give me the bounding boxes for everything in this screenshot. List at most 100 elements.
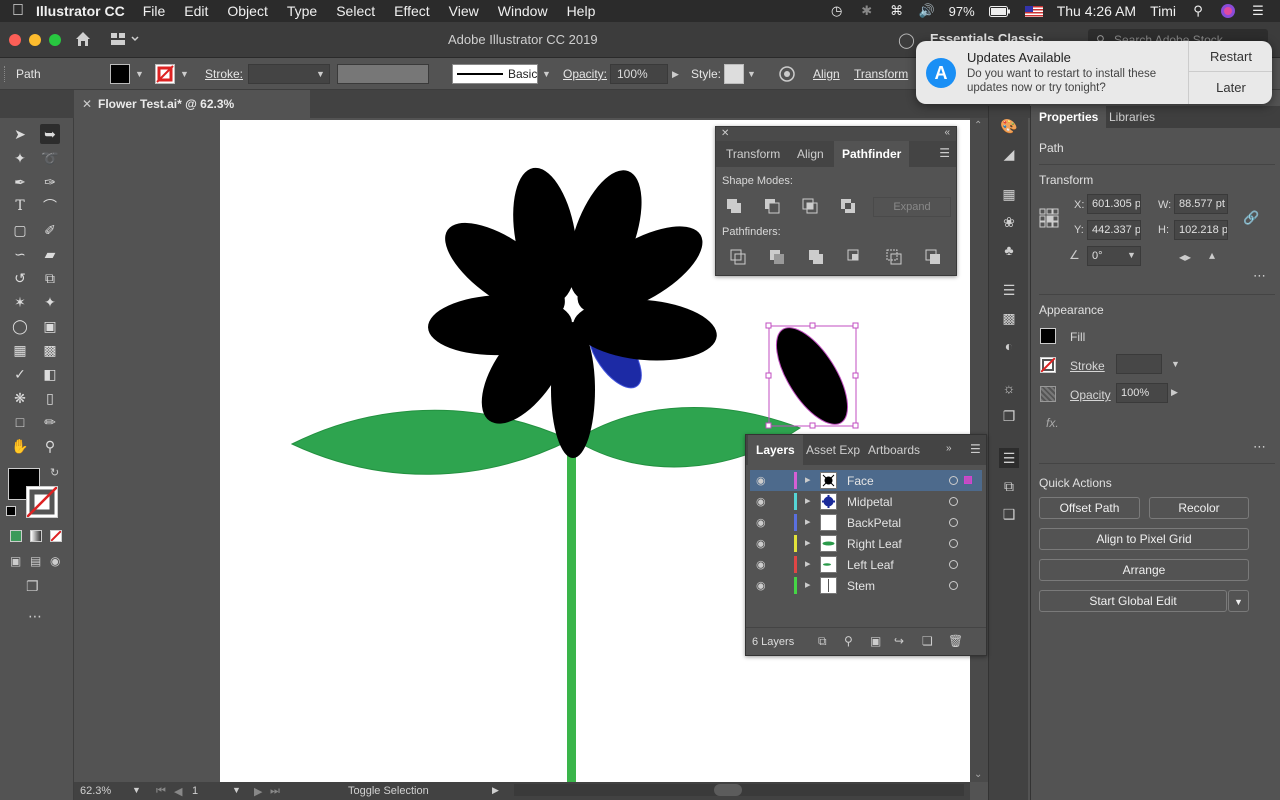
visibility-eye-icon[interactable]: ◉ bbox=[756, 495, 766, 508]
shape-builder-tool-icon[interactable]: ◯ bbox=[10, 316, 30, 336]
divide-icon[interactable] bbox=[730, 249, 746, 265]
rectangle-tool-icon[interactable]: ▢ bbox=[10, 220, 30, 240]
close-window-button[interactable] bbox=[9, 34, 21, 46]
chevron-down-icon[interactable]: ▼ bbox=[1171, 359, 1180, 369]
target-circle-icon[interactable] bbox=[949, 476, 958, 485]
minus-front-icon[interactable] bbox=[764, 198, 780, 214]
x-field[interactable]: 601.305 p bbox=[1087, 194, 1141, 214]
scale-tool-icon[interactable]: ⧉ bbox=[40, 268, 60, 288]
global-edit-options-button[interactable]: ▼ bbox=[1228, 590, 1249, 612]
none-mode-icon[interactable] bbox=[50, 530, 62, 542]
time-machine-icon[interactable]: ◷ bbox=[829, 3, 845, 18]
swap-fill-stroke-icon[interactable]: ↻ bbox=[50, 466, 59, 479]
opacity-icon[interactable] bbox=[1040, 386, 1056, 402]
gradient-tool-icon[interactable]: ▩ bbox=[40, 340, 60, 360]
menu-object[interactable]: Object bbox=[227, 3, 267, 19]
eyedropper-tool-icon[interactable]: ✓ bbox=[10, 364, 30, 384]
lightbulb-icon[interactable]: ◯ bbox=[898, 31, 915, 49]
spotlight-search-icon[interactable]: ⚲ bbox=[1190, 3, 1206, 18]
menu-view[interactable]: View bbox=[449, 3, 479, 19]
expand-arrow-icon[interactable]: ▸ bbox=[805, 578, 811, 591]
tab-artboards[interactable]: Artboards bbox=[860, 435, 928, 465]
hand-tool-icon[interactable]: ✋ bbox=[10, 436, 30, 456]
graphic-style-swatch[interactable] bbox=[724, 64, 744, 84]
outline-icon[interactable] bbox=[886, 249, 902, 265]
stroke-label[interactable]: Stroke: bbox=[205, 67, 243, 81]
arc-tool-icon[interactable]: ⌒ bbox=[40, 196, 60, 216]
previous-artboard-icon[interactable]: ◀ bbox=[174, 785, 182, 798]
volume-icon[interactable]: 🔊 bbox=[919, 3, 935, 18]
stroke-label[interactable]: Stroke bbox=[1070, 359, 1105, 373]
opacity-field[interactable]: 100% bbox=[610, 64, 668, 84]
exclude-icon[interactable] bbox=[840, 198, 856, 214]
angle-icon[interactable]: ∠ bbox=[1069, 248, 1080, 262]
apple-menu-icon[interactable]:  bbox=[0, 2, 36, 20]
align-to-pixel-grid-button[interactable]: Align to Pixel Grid bbox=[1039, 528, 1249, 550]
scroll-thumb[interactable] bbox=[714, 784, 742, 796]
layer-name[interactable]: BackPetal bbox=[847, 516, 901, 530]
rotate-tool-icon[interactable]: ↺ bbox=[10, 268, 30, 288]
layer-row-backpetal[interactable]: ◉ ▸ BackPetal bbox=[750, 512, 982, 533]
chevron-down-icon[interactable]: ▼ bbox=[135, 69, 145, 79]
unite-icon[interactable] bbox=[726, 198, 742, 214]
color-panel-icon[interactable]: 🎨 bbox=[999, 116, 1019, 136]
stroke-swatch[interactable] bbox=[155, 64, 175, 84]
layer-name[interactable]: Midpetal bbox=[847, 495, 892, 509]
eraser-tool-icon[interactable]: ▰ bbox=[40, 244, 60, 264]
create-new-layer-icon[interactable]: ❏ bbox=[922, 634, 933, 648]
minus-back-icon[interactable] bbox=[925, 249, 941, 265]
menu-edit[interactable]: Edit bbox=[184, 3, 208, 19]
draw-normal-icon[interactable]: ▣ bbox=[10, 554, 21, 568]
layer-row-midpetal[interactable]: ◉ ▸ Midpetal bbox=[750, 491, 982, 512]
edit-toolbar-icon[interactable]: ⋯ bbox=[28, 608, 42, 625]
tab-libraries[interactable]: Libraries bbox=[1101, 106, 1163, 128]
last-artboard-icon[interactable]: ⏭ bbox=[270, 785, 280, 798]
blend-tool-icon[interactable]: ◧ bbox=[40, 364, 60, 384]
create-sublayer-icon[interactable]: ↪ bbox=[894, 634, 904, 648]
expand-arrow-icon[interactable]: ▸ bbox=[805, 536, 811, 549]
layer-name[interactable]: Stem bbox=[847, 579, 875, 593]
gradient-panel-icon[interactable]: ▩ bbox=[999, 308, 1019, 328]
fx-icon[interactable]: fx. bbox=[1046, 416, 1059, 430]
transform-link[interactable]: Transform bbox=[854, 67, 908, 81]
expand-arrow-icon[interactable]: ▸ bbox=[805, 515, 811, 528]
visibility-eye-icon[interactable]: ◉ bbox=[756, 516, 766, 529]
symbol-sprayer-tool-icon[interactable]: ❋ bbox=[10, 388, 30, 408]
visibility-eye-icon[interactable]: ◉ bbox=[756, 474, 766, 487]
w-field[interactable]: 88.577 pt bbox=[1174, 194, 1228, 214]
start-global-edit-button[interactable]: Start Global Edit bbox=[1039, 590, 1227, 612]
magic-wand-tool-icon[interactable]: ✦ bbox=[10, 148, 30, 168]
home-icon[interactable] bbox=[74, 30, 92, 48]
flip-horizontal-icon[interactable]: ◂▸ bbox=[1179, 250, 1191, 264]
more-options-icon[interactable]: ⋯ bbox=[1253, 268, 1266, 284]
tab-pathfinder[interactable]: Pathfinder bbox=[834, 141, 910, 167]
chevron-right-icon[interactable]: ▶ bbox=[1171, 387, 1178, 398]
layer-name[interactable]: Face bbox=[847, 474, 874, 488]
tab-layers[interactable]: Layers bbox=[748, 435, 803, 465]
tab-transform[interactable]: Transform bbox=[718, 141, 788, 167]
merge-icon[interactable] bbox=[808, 249, 824, 265]
layer-row-face[interactable]: ◉ ▸ Face bbox=[750, 470, 982, 491]
artboard-tool-icon[interactable]: □ bbox=[10, 412, 30, 432]
recolor-button[interactable]: Recolor bbox=[1149, 497, 1249, 519]
tab-align[interactable]: Align bbox=[789, 141, 832, 167]
minimize-window-button[interactable] bbox=[29, 34, 41, 46]
siri-icon[interactable] bbox=[1220, 4, 1236, 18]
wifi-icon[interactable]: ⌘ bbox=[889, 3, 905, 18]
puppet-warp-tool-icon[interactable]: ✶ bbox=[10, 292, 30, 312]
tab-properties[interactable]: Properties bbox=[1031, 106, 1107, 128]
y-field[interactable]: 442.337 p bbox=[1087, 220, 1141, 240]
menu-effect[interactable]: Effect bbox=[394, 3, 430, 19]
target-circle-icon[interactable] bbox=[949, 560, 958, 569]
chevron-down-icon[interactable]: ▼ bbox=[132, 785, 141, 795]
brushes-panel-icon[interactable]: ❀ bbox=[999, 212, 1019, 232]
notification-center-icon[interactable]: ☰ bbox=[1250, 3, 1266, 18]
chevron-down-icon[interactable]: ▼ bbox=[747, 69, 757, 79]
draw-behind-icon[interactable]: ▤ bbox=[30, 554, 41, 568]
opacity-label[interactable]: Opacity bbox=[1070, 388, 1111, 402]
scroll-up-icon[interactable]: ⌃ bbox=[974, 120, 982, 131]
transparency-panel-icon[interactable]: ◐ bbox=[999, 336, 1019, 356]
stroke-panel-icon[interactable]: ☰ bbox=[999, 280, 1019, 300]
more-options-icon[interactable]: ⋯ bbox=[1253, 439, 1266, 455]
visibility-eye-icon[interactable]: ◉ bbox=[756, 558, 766, 571]
